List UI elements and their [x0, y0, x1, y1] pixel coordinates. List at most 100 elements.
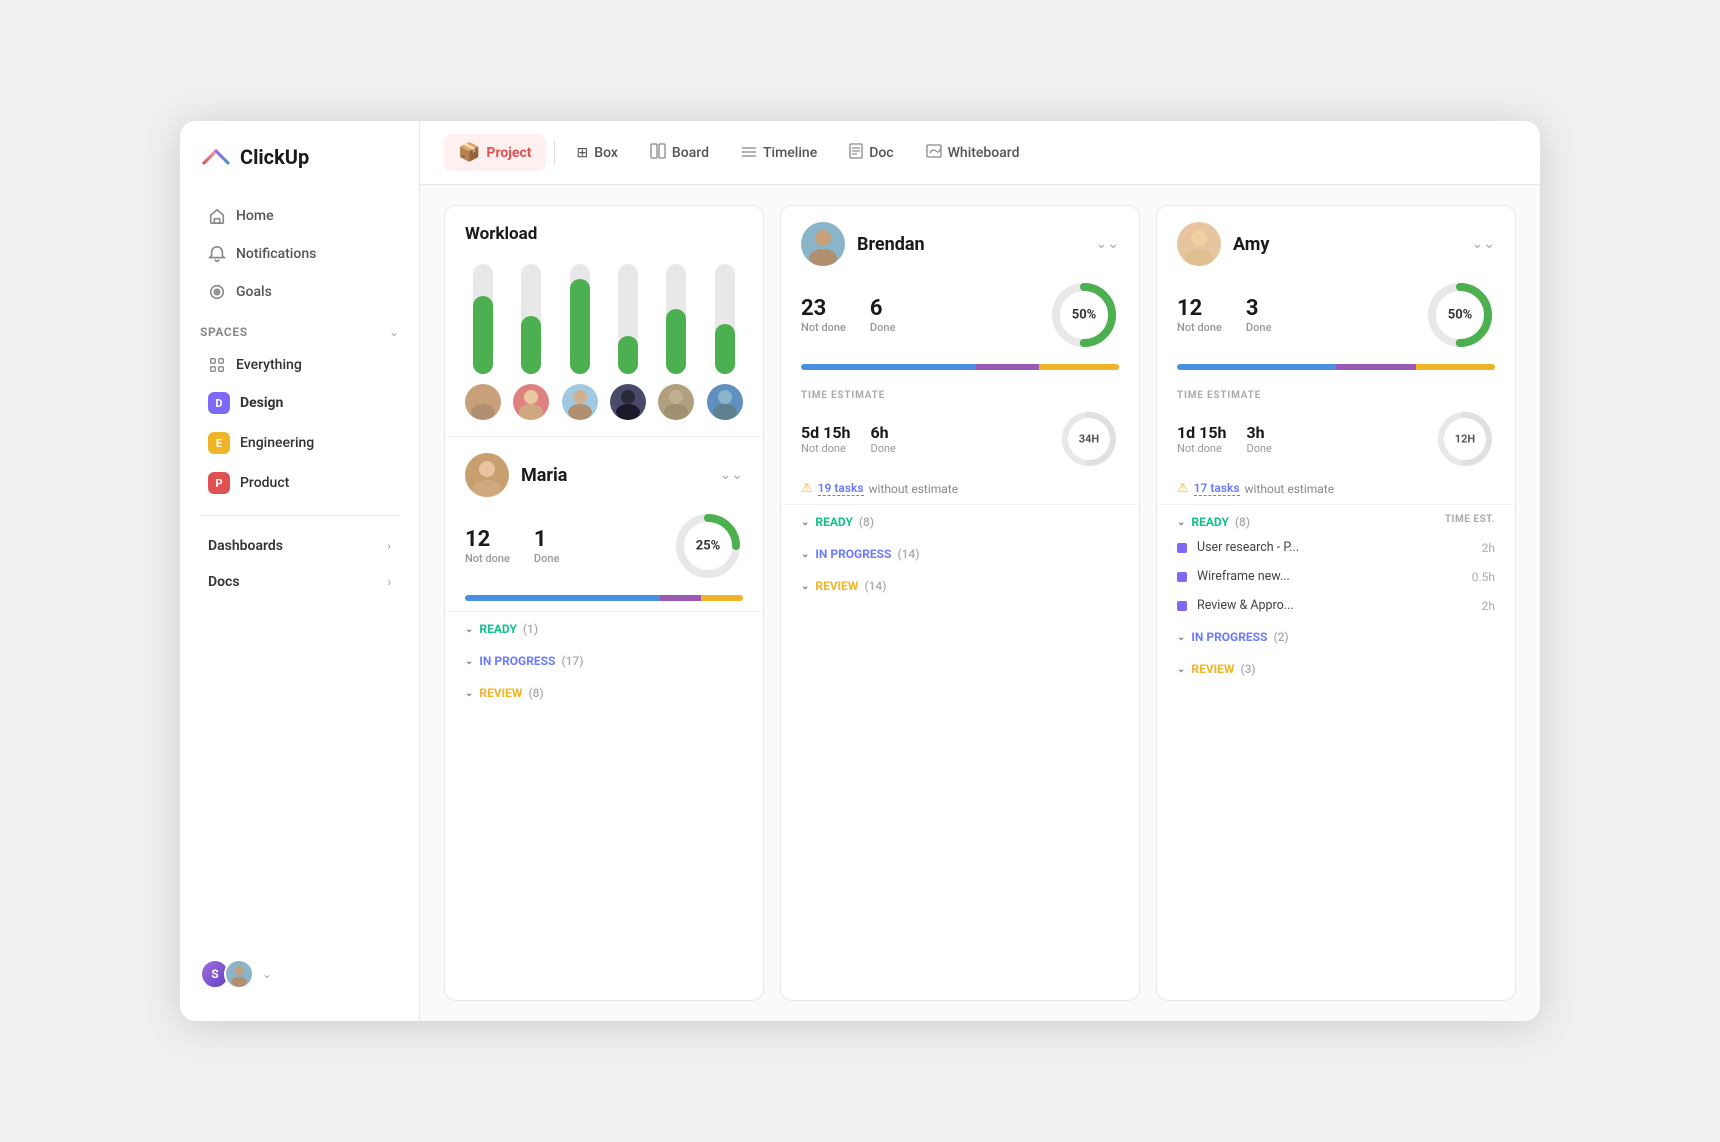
user-avatar-2 [224, 959, 254, 989]
maria-collapse-btn[interactable]: ⌄⌄ [720, 467, 743, 483]
amy-time-stats: 1d 15h Not done 3h Done 12H [1177, 409, 1495, 469]
task-name-3[interactable]: Review & Appro... [1197, 598, 1455, 613]
brendan-warning-suffix: without estimate [869, 482, 959, 496]
user-avatar-stack[interactable]: S [200, 959, 254, 989]
time-est-col-header: TIME EST. [1445, 514, 1515, 525]
maria-name: Maria [521, 465, 567, 486]
maria-ready-group[interactable]: ⌄ READY (1) [445, 612, 763, 644]
home-icon [208, 207, 226, 225]
amy-ready-label: READY [1191, 515, 1228, 529]
maria-ready-chevron: ⌄ [465, 624, 473, 635]
grid-icon [208, 356, 226, 374]
brendan-inprogress-group[interactable]: ⌄ IN PROGRESS (14) [781, 537, 1139, 569]
sidebar-item-engineering[interactable]: E Engineering [188, 424, 411, 462]
user-dropdown-icon[interactable]: ⌄ [262, 967, 272, 981]
spaces-chevron-icon[interactable]: ⌄ [389, 325, 399, 339]
sidebar-item-notifications[interactable]: Notifications [188, 236, 411, 272]
doc-tab-label: Doc [869, 145, 893, 161]
amy-ready-group[interactable]: ⌄ READY (8) [1157, 505, 1445, 533]
brendan-time-remaining: 34H [1079, 433, 1099, 446]
amy-inprogress-chevron: ⌄ [1177, 632, 1185, 643]
sidebar-item-home[interactable]: Home [188, 198, 411, 234]
amy-time-done: 3h Done [1246, 423, 1271, 455]
maria-section: Maria ⌄⌄ 12 Not done 1 Done [445, 436, 763, 1000]
brendan-time-stats: 5d 15h Not done 6h Done 34H [801, 409, 1119, 469]
tab-doc[interactable]: Doc [835, 135, 907, 171]
amy-time-estimate: TIME ESTIMATE 1d 15h Not done 3h Done [1157, 380, 1515, 477]
amy-inprogress-group[interactable]: ⌄ IN PROGRESS (2) [1157, 620, 1515, 652]
task-name-2[interactable]: Wireframe new... [1197, 569, 1455, 584]
brendan-ready-group[interactable]: ⌄ READY (8) [781, 505, 1139, 537]
clickup-logo-icon [200, 141, 232, 173]
maria-done-stat: 1 Done [534, 527, 559, 565]
maria-ready-count: (1) [523, 622, 538, 636]
doc-tab-icon [849, 143, 863, 163]
sidebar: ClickUp Home Notifications Goals [180, 121, 420, 1021]
amy-warning-row: ⚠ 17 tasks without estimate [1157, 477, 1515, 504]
brendan-warning-row: ⚠ 19 tasks without estimate [781, 477, 1139, 504]
task-dot-3 [1177, 601, 1187, 611]
sidebar-item-product[interactable]: P Product [188, 464, 411, 502]
sidebar-item-goals[interactable]: Goals [188, 274, 411, 310]
task-name-1[interactable]: User research - P... [1197, 540, 1455, 555]
maria-done-num: 1 [534, 527, 559, 552]
bar-col-5 [658, 264, 694, 420]
brendan-ready-count: (8) [859, 515, 874, 529]
task-dot-2 [1177, 572, 1187, 582]
amy-inprogress-label: IN PROGRESS [1191, 630, 1267, 644]
maria-not-done-label: Not done [465, 552, 510, 565]
sidebar-item-everything[interactable]: Everything [188, 348, 411, 382]
bar-col-1 [465, 264, 501, 420]
brendan-ready-chevron: ⌄ [801, 517, 809, 528]
product-space-dot: P [208, 472, 230, 494]
amy-review-chevron: ⌄ [1177, 664, 1185, 675]
amy-done-num: 3 [1246, 296, 1271, 321]
brendan-review-group[interactable]: ⌄ REVIEW (14) [781, 569, 1139, 601]
project-tab-icon: 📦 [458, 142, 480, 163]
warning-icon: ⚠ [801, 481, 813, 496]
design-label: Design [240, 395, 283, 411]
tab-whiteboard[interactable]: Whiteboard [912, 136, 1034, 170]
sidebar-item-dashboards[interactable]: Dashboards › [188, 529, 411, 563]
bar-col-6 [707, 264, 743, 420]
amy-collapse-btn[interactable]: ⌄⌄ [1472, 236, 1495, 252]
maria-progress-bar [445, 591, 763, 611]
task-item-2: Wireframe new... 0.5h [1157, 562, 1515, 591]
amy-stats-row: 12 Not done 3 Done 50% [1157, 276, 1515, 360]
brendan-tasks-without-estimate-link[interactable]: 19 tasks [818, 481, 864, 496]
bar-chart [445, 256, 763, 436]
maria-inprogress-group[interactable]: ⌄ IN PROGRESS (17) [445, 644, 763, 676]
amy-name: Amy [1233, 234, 1269, 255]
tab-project[interactable]: 📦 Project [444, 134, 546, 171]
tab-timeline[interactable]: Timeline [727, 136, 831, 170]
logo-area: ClickUp [180, 141, 419, 197]
amy-review-label: REVIEW [1191, 662, 1234, 676]
brendan-header: Brendan ⌄⌄ [781, 206, 1139, 276]
spaces-header: Spaces ⌄ [180, 311, 419, 347]
brendan-done-stat: 6 Done [870, 296, 895, 334]
everything-label: Everything [236, 357, 302, 373]
brendan-collapse-btn[interactable]: ⌄⌄ [1096, 236, 1119, 252]
bar-col-4 [610, 264, 646, 420]
amy-time-remaining: 12H [1455, 433, 1475, 446]
maria-review-group[interactable]: ⌄ REVIEW (8) [445, 676, 763, 708]
brendan-time-done: 6h Done [870, 423, 895, 455]
amy-tasks-without-estimate-link[interactable]: 17 tasks [1194, 481, 1240, 496]
board-tab-icon [650, 143, 666, 163]
goals-label: Goals [236, 284, 272, 300]
brendan-done-label: Done [870, 321, 895, 334]
tab-box[interactable]: ⊞ Box [563, 137, 632, 169]
tab-board[interactable]: Board [636, 135, 723, 171]
design-space-dot: D [208, 392, 230, 414]
bar-col-3 [562, 264, 598, 420]
maria-not-done-stat: 12 Not done [465, 527, 510, 565]
amy-review-group[interactable]: ⌄ REVIEW (3) [1157, 652, 1515, 684]
sidebar-item-docs[interactable]: Docs › [188, 565, 411, 599]
sidebar-item-design[interactable]: D Design [188, 384, 411, 422]
brendan-done-num: 6 [870, 296, 895, 321]
project-tab-label: Project [486, 145, 531, 161]
maria-inprogress-label: IN PROGRESS [479, 654, 555, 668]
brendan-info: Brendan [801, 222, 925, 266]
task-time-1: 2h [1465, 541, 1495, 555]
maria-review-label: REVIEW [479, 686, 522, 700]
